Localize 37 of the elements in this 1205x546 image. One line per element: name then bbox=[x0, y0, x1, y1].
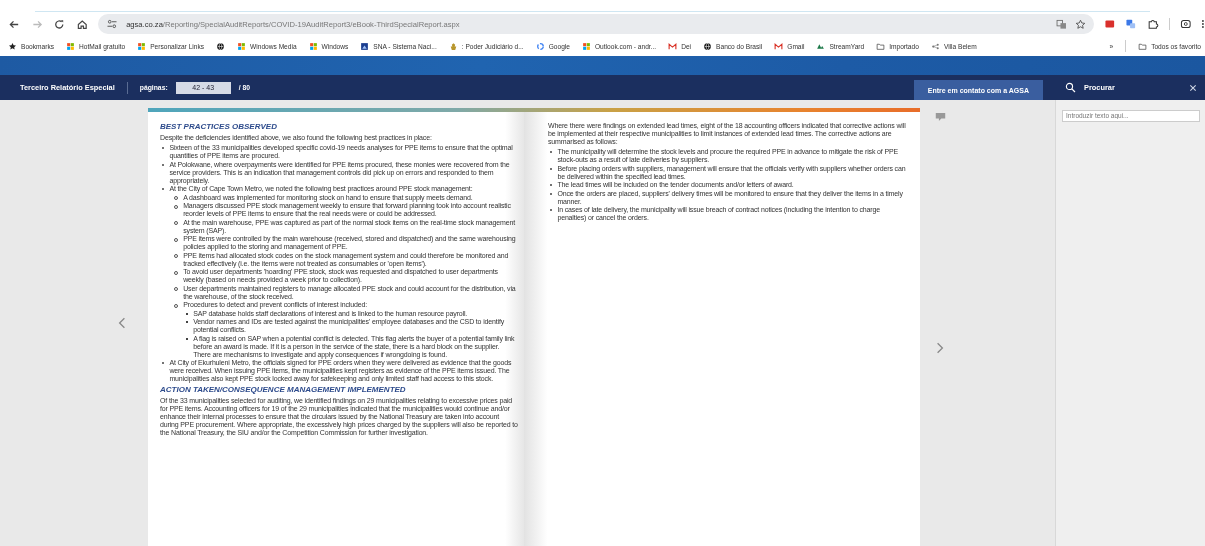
folder-icon bbox=[876, 41, 886, 51]
translate-icon[interactable] bbox=[1055, 18, 1067, 30]
envelope-icon bbox=[668, 41, 678, 51]
star-icon bbox=[8, 41, 17, 51]
menu-icon[interactable] bbox=[1201, 18, 1205, 30]
grid-icon bbox=[581, 41, 591, 51]
globe-icon bbox=[703, 41, 713, 51]
folder-icon bbox=[1138, 41, 1148, 51]
grid-icon bbox=[237, 41, 247, 51]
previous-page-icon[interactable] bbox=[118, 316, 126, 330]
section-heading: ACTION TAKEN/CONSEQUENCE MANAGEMENT IMPLEMENTED bbox=[160, 385, 407, 394]
wave-icon bbox=[816, 41, 826, 51]
grid-icon bbox=[137, 41, 147, 51]
square-bullet-icon bbox=[186, 312, 189, 315]
envelope-icon bbox=[774, 41, 784, 51]
square-icon bbox=[360, 41, 370, 51]
ring-icon bbox=[535, 41, 545, 51]
site-info-icon[interactable] bbox=[106, 18, 119, 30]
home-icon[interactable] bbox=[75, 17, 89, 31]
network-icon bbox=[930, 41, 940, 51]
profile-icon[interactable] bbox=[1179, 18, 1192, 30]
puzzle-icon[interactable] bbox=[1147, 18, 1159, 30]
grid-icon bbox=[66, 41, 75, 51]
translate-icon[interactable] bbox=[1125, 18, 1138, 30]
emblem-icon bbox=[448, 41, 458, 51]
square-bullet-icon bbox=[186, 321, 189, 324]
search-icon[interactable] bbox=[1065, 82, 1076, 93]
reload-icon[interactable] bbox=[53, 17, 66, 31]
bookmark[interactable] bbox=[216, 41, 226, 51]
grid-icon bbox=[308, 41, 318, 51]
star-icon[interactable] bbox=[1074, 18, 1086, 30]
close-icon[interactable] bbox=[1189, 83, 1197, 92]
next-page-icon[interactable] bbox=[936, 341, 944, 355]
extension-icon[interactable] bbox=[1103, 18, 1116, 30]
globe-icon bbox=[216, 41, 226, 51]
section-heading: BEST PRACTICES OBSERVED bbox=[160, 122, 278, 131]
square-bullet-icon bbox=[186, 337, 189, 340]
